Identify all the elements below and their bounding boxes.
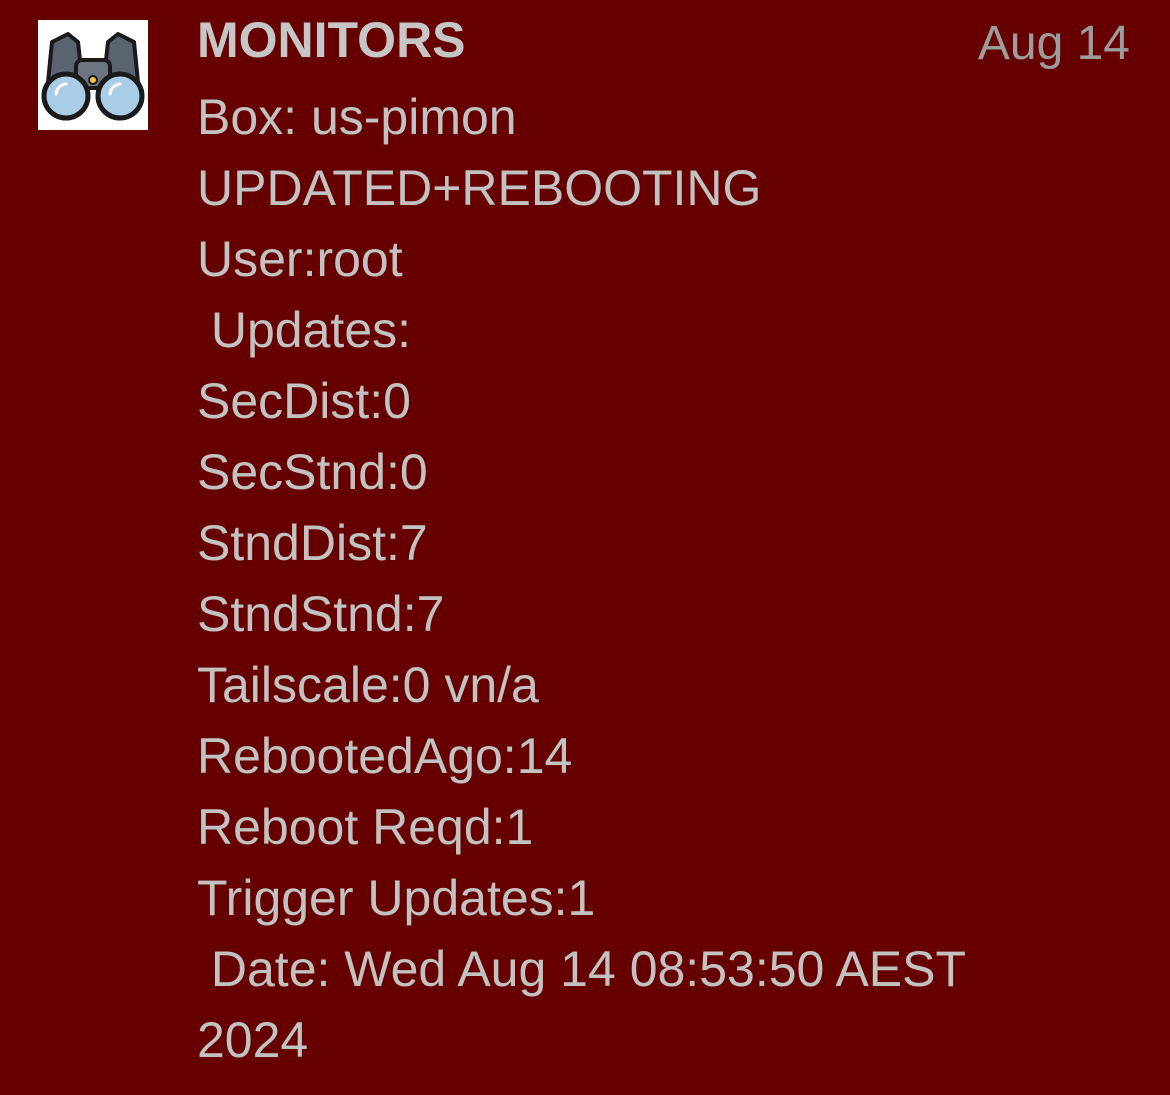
notification-card[interactable]: MONITORS Aug 14 Box: us-pimon UPDATED+RE… [0,0,1170,1095]
body-line-box: Box: us-pimon [197,89,517,145]
body-line-date: Date: Wed Aug 14 08:53:50 AEST [197,941,967,997]
body-line-rebooted-ago: RebootedAgo:14 [197,728,573,784]
body-line-status: UPDATED+REBOOTING [197,160,762,216]
body-line-year: 2024 [197,1012,309,1068]
notification-date: Aug 14 [977,17,1130,70]
binoculars-icon [38,20,148,130]
body-line-user: User:root [197,231,403,287]
body-line-tailscale: Tailscale:0 vn/a [197,657,539,713]
body-line-stndstnd: StndStnd:7 [197,586,445,642]
body-line-stnddist: StndDist:7 [197,515,428,571]
notification-sender: MONITORS [197,12,466,68]
body-line-secstnd: SecStnd:0 [197,444,428,500]
body-line-updates-heading: Updates: [197,302,412,358]
body-line-trigger-updates: Trigger Updates:1 [197,870,596,926]
body-line-secdist: SecDist:0 [197,373,411,429]
body-line-reboot-reqd: Reboot Reqd:1 [197,799,534,855]
notification-body: Box: us-pimon UPDATED+REBOOTING User:roo… [197,82,1127,1076]
